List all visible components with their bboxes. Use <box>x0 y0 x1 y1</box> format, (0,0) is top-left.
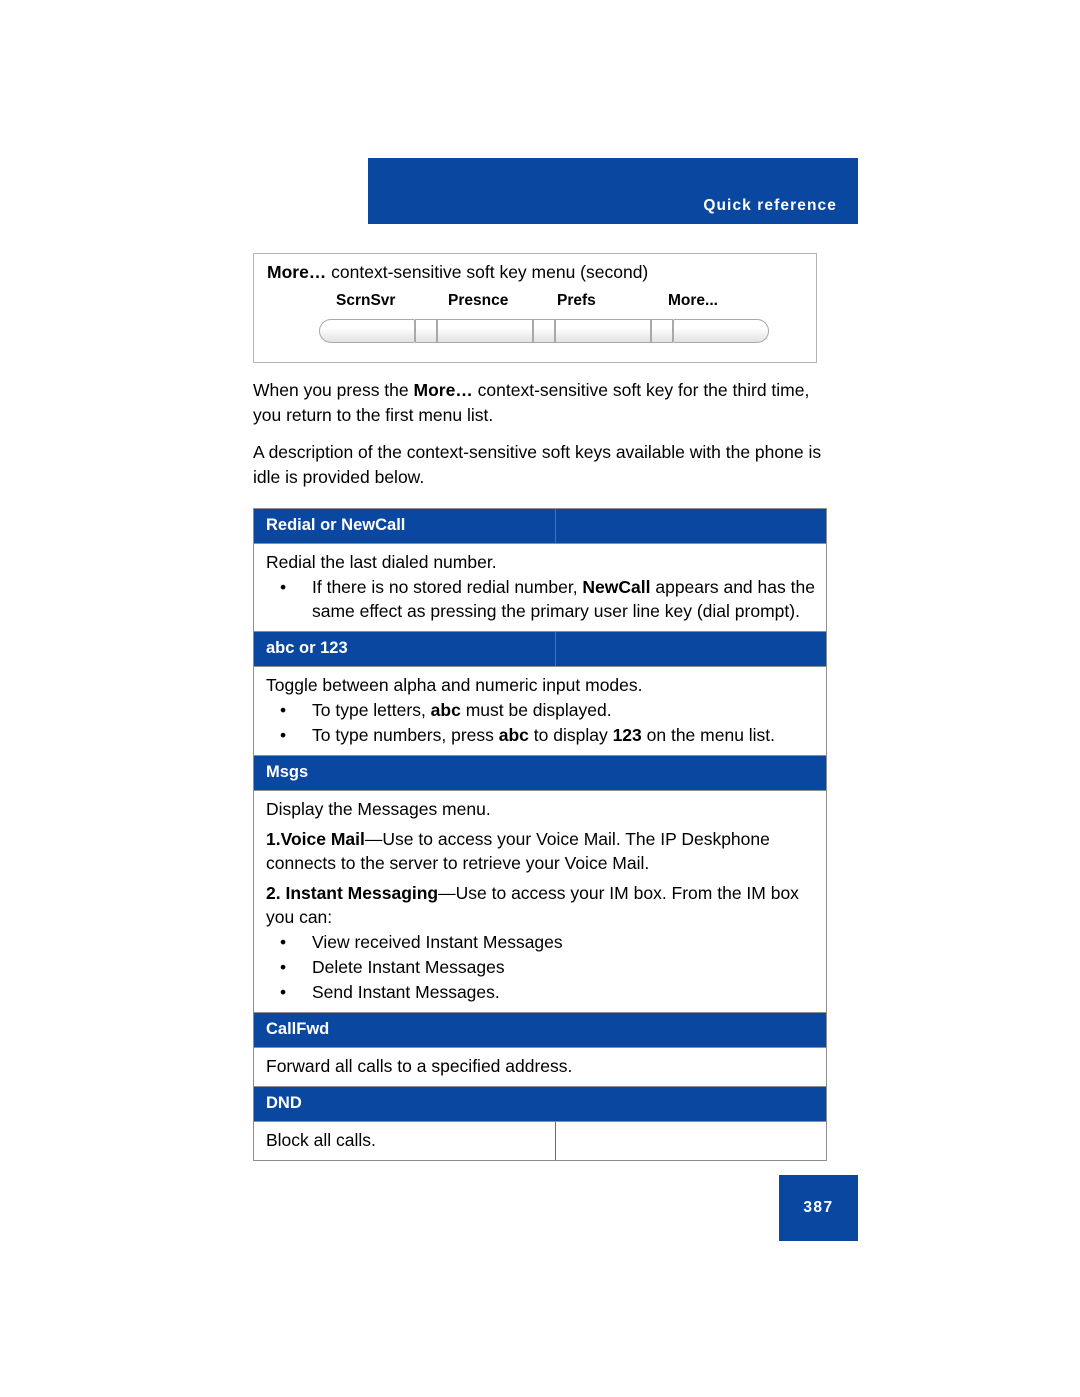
table-section-header: DND <box>254 1087 826 1122</box>
softkey-figure-caption: More… context-sensitive soft key menu (s… <box>267 262 648 283</box>
softkey-label-row: ScrnSvr Presnce Prefs More... <box>254 292 816 314</box>
table-section-body: Redial the last dialed number. If there i… <box>254 544 826 632</box>
table-body-bullet-item: View received Instant Messages <box>266 930 816 954</box>
softkey-strip-graphic <box>319 319 769 343</box>
table-body-bullet-list: To type letters, abc must be displayed.T… <box>266 698 816 747</box>
table-section-header: CallFwd <box>254 1013 826 1048</box>
table-body-bullet-item: To type letters, abc must be displayed. <box>266 698 816 722</box>
softkey-caption-bold: More… <box>267 262 327 282</box>
table-body-bullet-item: To type numbers, press abc to display 12… <box>266 723 816 747</box>
table-body-bullet-item: If there is no stored redial number, New… <box>266 575 816 623</box>
page-number-value: 387 <box>803 1199 834 1216</box>
table-section-body: Forward all calls to a specified address… <box>254 1048 826 1087</box>
table-section-header: abc or 123 <box>254 632 826 667</box>
document-page: Quick reference More… context-sensitive … <box>0 0 1080 1397</box>
running-header-band: Quick reference <box>368 158 858 224</box>
softkey-gap-2 <box>533 319 555 343</box>
softkey-gap-3 <box>651 319 673 343</box>
table-body-paragraph: Redial the last dialed number. <box>266 552 497 572</box>
softkey-label-prefs: Prefs <box>557 292 596 309</box>
softkey-cap-2 <box>437 319 533 343</box>
table-body-paragraph: Block all calls. <box>266 1130 376 1150</box>
table-body-bullet-item: Delete Instant Messages <box>266 955 816 979</box>
softkey-caption-rest: context-sensitive soft key menu (second) <box>326 262 649 282</box>
softkey-figure: More… context-sensitive soft key menu (s… <box>253 253 817 363</box>
body-paragraph-1: When you press the More… context-sensiti… <box>253 380 810 425</box>
table-section-header: Msgs <box>254 756 826 791</box>
table-body-paragraph: Forward all calls to a specified address… <box>266 1056 573 1076</box>
table-body-paragraph: 1.Voice Mail—Use to access your Voice Ma… <box>266 829 770 873</box>
softkey-description-table: Redial or NewCall Redial the last dialed … <box>253 508 827 1161</box>
table-body-bullet-list: View received Instant MessagesDelete Ins… <box>266 930 816 1004</box>
table-section-body: Display the Messages menu. 1.Voice Mail—U… <box>254 791 826 1013</box>
softkey-cap-1 <box>319 319 415 343</box>
softkey-label-more: More... <box>668 292 718 309</box>
table-body-paragraph: Display the Messages menu. <box>266 799 491 819</box>
running-header-title: Quick reference <box>703 197 837 214</box>
table-section-header: Redial or NewCall <box>254 509 826 544</box>
table-body-bullet-item: Send Instant Messages. <box>266 980 816 1004</box>
table-section-body: Block all calls. <box>254 1122 826 1160</box>
table-body-paragraph: Toggle between alpha and numeric input m… <box>266 675 643 695</box>
softkey-gap-1 <box>415 319 437 343</box>
softkey-cap-4 <box>673 319 769 343</box>
softkey-label-scrnsvr: ScrnSvr <box>336 292 396 309</box>
table-body-bullet-list: If there is no stored redial number, New… <box>266 575 816 623</box>
table-body-paragraph: 2. Instant Messaging—Use to access your … <box>266 883 799 927</box>
page-number-badge: 387 <box>779 1175 858 1241</box>
softkey-label-presnce: Presnce <box>448 292 509 309</box>
softkey-cap-3 <box>555 319 651 343</box>
table-section-body: Toggle between alpha and numeric input m… <box>254 667 826 756</box>
body-paragraph-2: A description of the context-sensitive s… <box>253 442 822 487</box>
